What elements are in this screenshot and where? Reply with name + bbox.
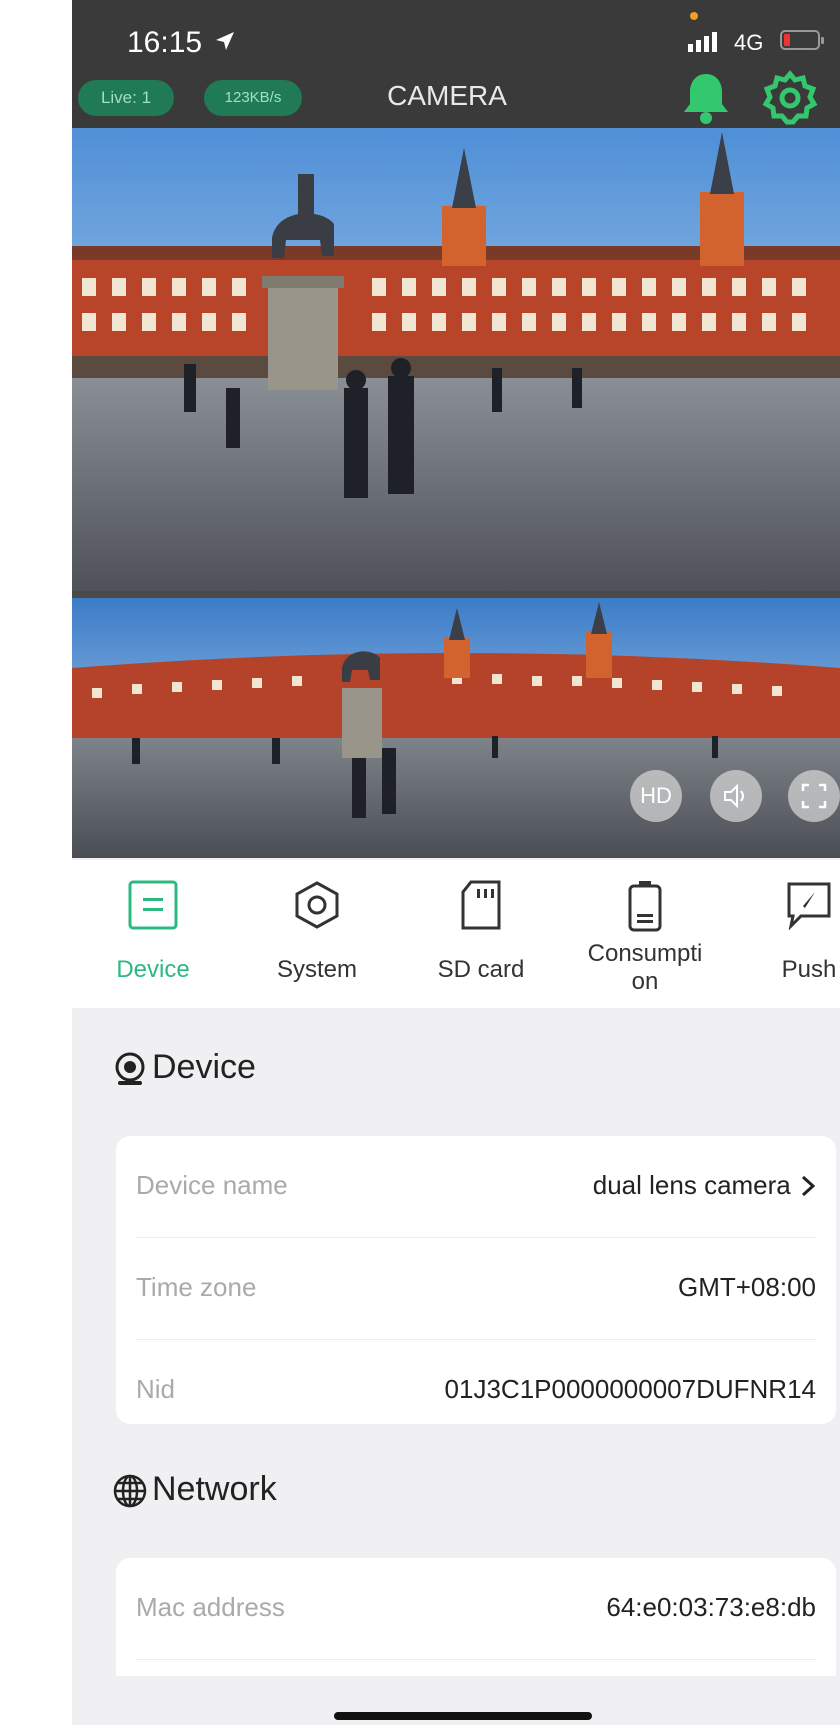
tab-label: Push	[781, 956, 837, 983]
live-badge: Live: 1	[78, 80, 174, 116]
chevron-right-icon	[801, 1175, 816, 1197]
speaker-icon	[724, 783, 744, 809]
tab-system[interactable]: System	[242, 860, 392, 1008]
mac-address-row: Mac address 64:e0:03:73:e8:db	[116, 1558, 836, 1660]
row-divider	[136, 1659, 816, 1660]
recording-dot	[690, 12, 698, 20]
row-label: Nid	[136, 1374, 176, 1404]
tab-label: Consumpti on	[587, 940, 703, 995]
fullscreen-icon	[801, 783, 827, 809]
device-name-row[interactable]: Device name dual lens camera	[116, 1136, 836, 1238]
section-title-text: Device	[152, 1048, 256, 1086]
network-info-card: Mac address 64:e0:03:73:e8:db	[116, 1558, 836, 1676]
page-title: CAMERA	[387, 80, 507, 111]
globe-icon	[113, 1474, 147, 1508]
speed-badge: 123KB/s	[204, 80, 302, 116]
signal-icon	[688, 32, 717, 52]
section-title-text: Network	[152, 1470, 277, 1508]
settings-tab-bar: Device System SD card Consumpti on Push	[72, 860, 840, 1008]
row-value: 01J3C1P0000000007DUFNR14	[444, 1374, 816, 1404]
row-label: Time zone	[136, 1272, 257, 1302]
device-section-title: Device	[112, 1048, 256, 1087]
nid-row: Nid 01J3C1P0000000007DUFNR14	[116, 1340, 836, 1424]
volume-button[interactable]	[710, 770, 762, 822]
tab-device[interactable]: Device	[78, 860, 228, 1008]
camera-feed-image	[72, 128, 840, 591]
frame-separator	[72, 591, 840, 598]
app-header: 16:15 4G Live: 1 123KB/s CAMERA	[72, 0, 840, 128]
battery-icon	[628, 881, 662, 932]
hd-button[interactable]: HD	[630, 770, 682, 822]
device-info-card: Device name dual lens camera Time zone G…	[116, 1136, 836, 1424]
row-label: Device name	[136, 1170, 288, 1200]
sd-card-icon	[461, 880, 501, 930]
tab-consumption[interactable]: Consumpti on	[570, 860, 720, 1008]
tab-label: System	[276, 956, 357, 983]
tab-push[interactable]: Push	[734, 860, 840, 1008]
device-name-value: dual lens camera	[592, 1170, 791, 1200]
fullscreen-button[interactable]	[788, 770, 840, 822]
device-list-icon	[128, 880, 178, 930]
network-section-title: Network	[112, 1470, 277, 1509]
time-zone-row: Time zone GMT+08:00	[116, 1238, 836, 1340]
tab-label: SD card	[437, 956, 525, 983]
location-arrow-icon	[216, 32, 234, 50]
push-message-icon	[787, 882, 831, 930]
battery-icon	[780, 30, 824, 50]
phone-screen: 16:15 4G Live: 1 123KB/s CAMERA HD Devic…	[72, 0, 840, 1725]
main-camera-view[interactable]	[72, 128, 840, 591]
webcam-icon	[115, 1052, 145, 1086]
status-time: 16:15	[127, 26, 203, 59]
home-indicator[interactable]	[334, 1712, 592, 1720]
row-value: GMT+08:00	[677, 1272, 816, 1302]
gear-icon[interactable]	[762, 70, 818, 126]
bell-icon[interactable]	[680, 70, 732, 126]
row-label: Mac address	[136, 1592, 285, 1622]
row-value: 64:e0:03:73:e8:db	[606, 1592, 816, 1622]
hexagon-settings-icon	[295, 881, 339, 929]
tab-sd-card[interactable]: SD card	[406, 860, 556, 1008]
tab-label: Device	[116, 956, 190, 983]
row-value: dual lens camera	[593, 1170, 816, 1201]
network-type: 4G	[734, 30, 764, 55]
